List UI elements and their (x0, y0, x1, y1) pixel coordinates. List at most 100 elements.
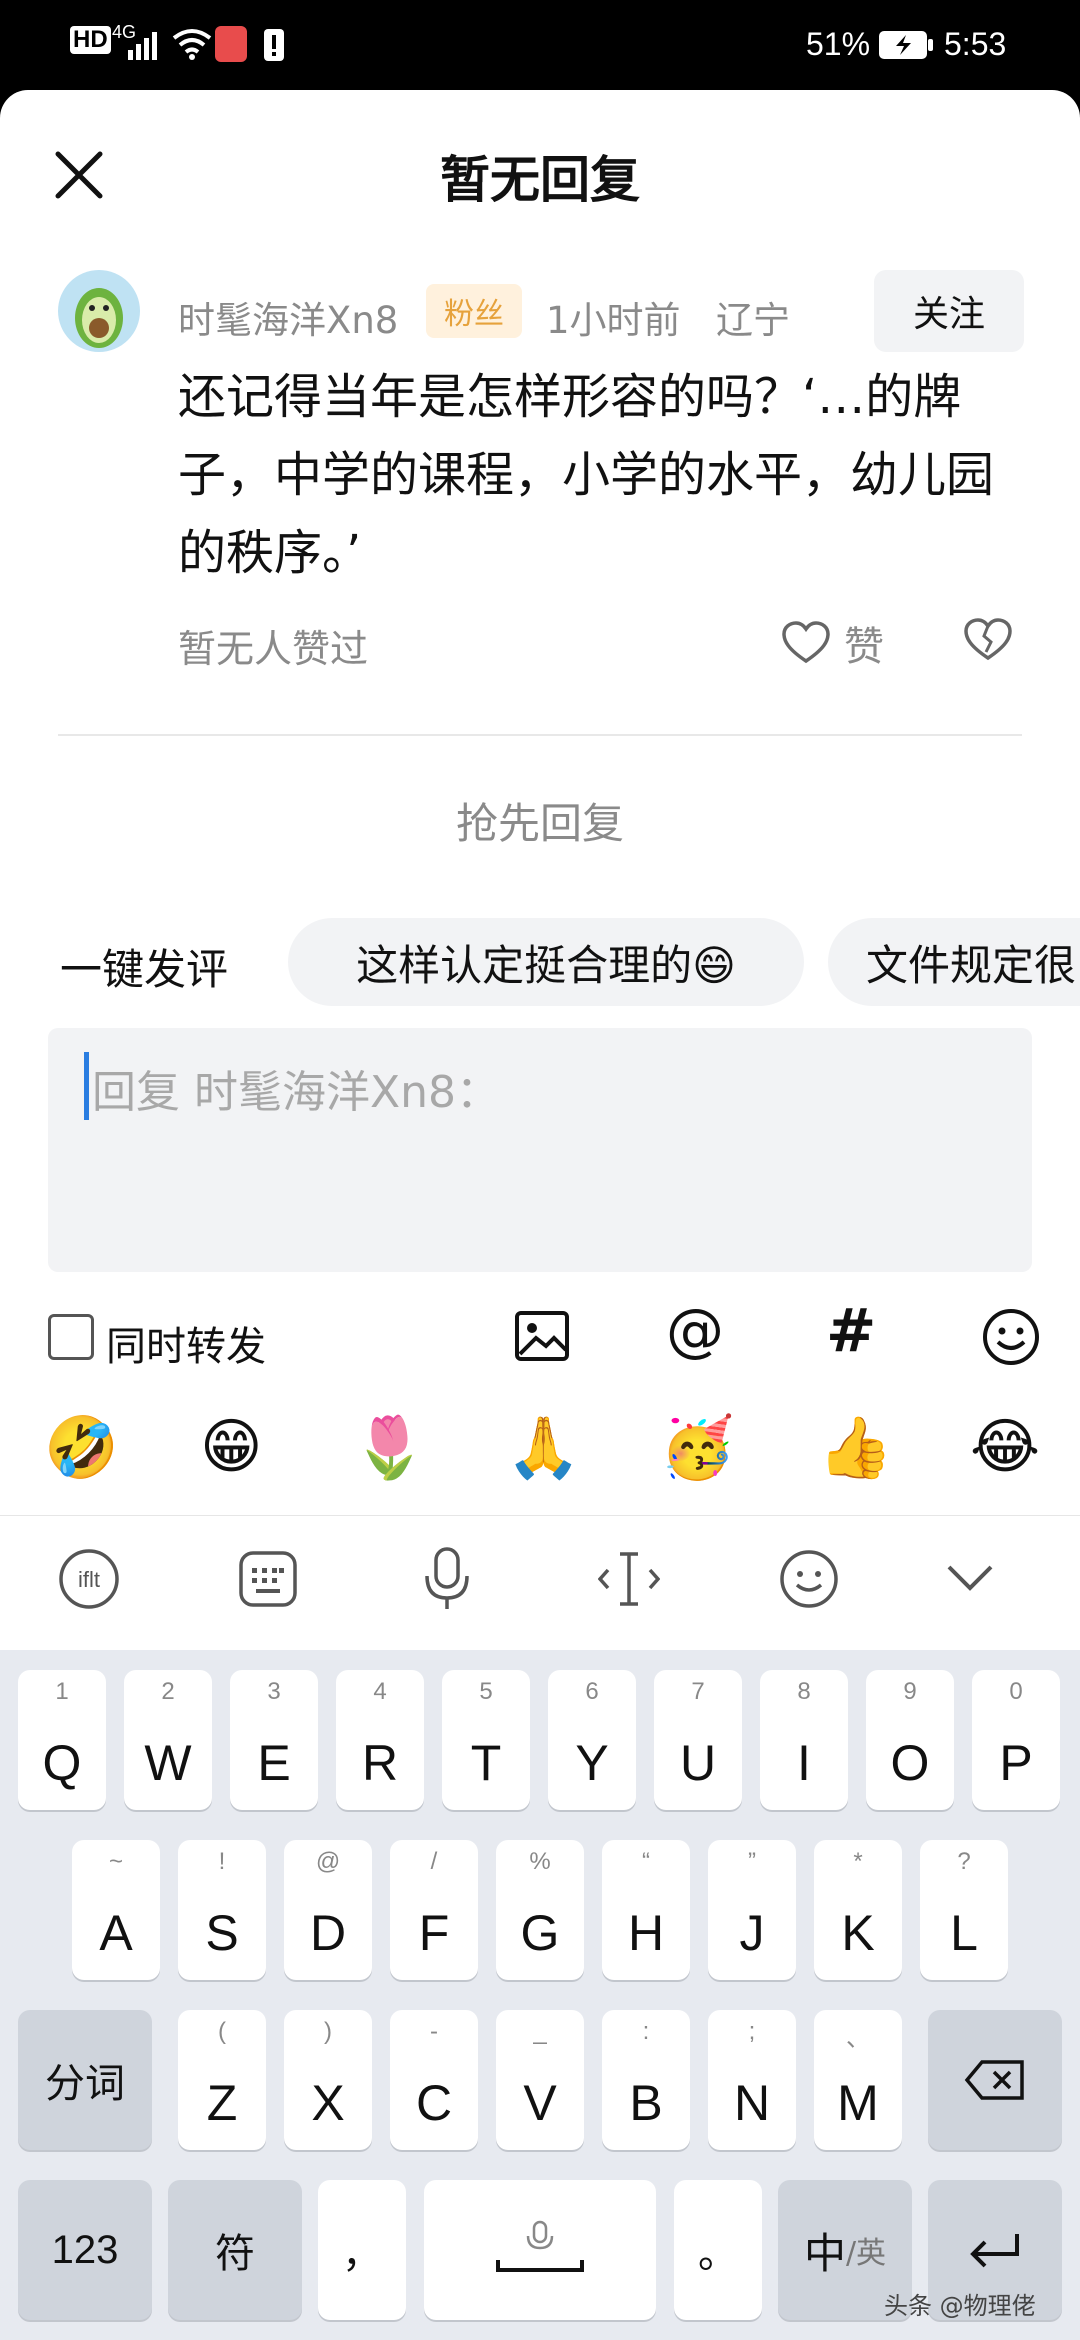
key-g[interactable]: % G (496, 1840, 584, 1980)
backspace-key[interactable] (928, 2010, 1062, 2150)
hide-keyboard-button[interactable] (946, 1562, 994, 1596)
app-notification-icon (215, 26, 247, 62)
ime-emoji-button[interactable] (778, 1548, 840, 1614)
comma-key[interactable]: ， (318, 2180, 406, 2320)
key-main: X (311, 2075, 345, 2131)
key-main: V (523, 2075, 557, 2131)
key-sub: / (430, 1848, 438, 1875)
backspace-icon (928, 2010, 1062, 2150)
key-main: E (257, 1735, 291, 1791)
quick-reply-chip[interactable]: 这样认定挺合理的😄 (288, 918, 804, 1006)
key-m[interactable]: 、 M (814, 2010, 902, 2150)
ime-logo-icon: iflt (59, 1549, 119, 1609)
key-l[interactable]: ? L (920, 1840, 1008, 1980)
key-k[interactable]: * K (814, 1840, 902, 1980)
emoji-item[interactable]: 🙏 (506, 1412, 581, 1483)
cursor-icon (597, 1552, 661, 1606)
battery-icon (878, 30, 934, 64)
key-z[interactable]: (Z (178, 2010, 266, 2150)
key-n[interactable]: ; N (708, 2010, 796, 2150)
dislike-button[interactable] (964, 618, 1012, 666)
period-key[interactable]: 。 (674, 2180, 762, 2320)
emoji-item[interactable]: 😂 (970, 1412, 1040, 1482)
key-main: Z (206, 2075, 238, 2131)
key-sub: 4 (373, 1678, 387, 1705)
key-d[interactable]: @ D (284, 1840, 372, 1980)
key-h[interactable]: “H (602, 1840, 690, 1980)
cursor-move-button[interactable] (597, 1550, 661, 1612)
reply-first-hint: 抢先回复 (455, 799, 624, 848)
key-s[interactable]: ! S (178, 1840, 266, 1980)
emoji-button[interactable] (982, 1308, 1040, 1370)
reply-input[interactable]: 回复 时髦海洋Xn8： (48, 1028, 1032, 1272)
sheet-title: 暂无回复 (440, 151, 640, 209)
avatar[interactable] (58, 270, 140, 352)
key-t[interactable]: 5T (442, 1670, 530, 1810)
comment-username[interactable]: 时髦海洋Xn8 (178, 290, 398, 344)
key-sub: 0 (1009, 1678, 1023, 1705)
key-w[interactable]: 2W (124, 1670, 212, 1810)
mention-button[interactable]: @ (666, 1296, 724, 1364)
numbers-key[interactable]: 123 (18, 2180, 152, 2320)
key-sub: ( (218, 2018, 226, 2045)
key-label: 分词 (45, 2061, 125, 2107)
space-key[interactable] (424, 2180, 656, 2320)
avocado-avatar-icon (75, 288, 123, 348)
ime-toolbar: iflt (0, 1515, 1080, 1650)
key-main: B (629, 2075, 663, 2131)
keyboard-icon (239, 1551, 297, 1607)
key-sub: * (853, 1848, 863, 1875)
key-y[interactable]: 6Y (548, 1670, 636, 1810)
emoji-item[interactable]: 🤣 (44, 1412, 119, 1483)
quick-reply-chip[interactable]: 文件规定很 (828, 918, 1080, 1006)
likes-text: 暂无人赞过 (178, 627, 369, 671)
key-i[interactable]: 8I (760, 1670, 848, 1810)
hashtag-button[interactable]: # (826, 1296, 876, 1366)
key-p[interactable]: 0P (972, 1670, 1060, 1810)
repost-label: 同时转发 (106, 1324, 266, 1370)
repost-checkbox[interactable] (48, 1314, 94, 1360)
key-sub: ! (218, 1848, 226, 1875)
key-sub: “ (642, 1848, 650, 1875)
key-a[interactable]: ~ A (72, 1840, 160, 1980)
key-main: F (418, 1905, 450, 1961)
image-icon (515, 1311, 569, 1361)
key-sub: 1 (55, 1678, 69, 1705)
reply-sheet: 暂无回复 时髦海洋Xn8 粉丝 1小时前 辽宁 关注 还记得当年是怎样形容的吗？… (0, 90, 1080, 1650)
key-o[interactable]: 9O (866, 1670, 954, 1810)
like-button[interactable]: 赞 (782, 614, 884, 672)
emoji-item[interactable]: 🌷 (352, 1412, 427, 1483)
reply-placeholder: 回复 时髦海洋Xn8： (92, 1067, 501, 1118)
key-e[interactable]: 3E (230, 1670, 318, 1810)
key-sub: 8 (797, 1678, 811, 1705)
battery-percent: 51% (806, 26, 871, 62)
keyboard: 1Q 2W 3E 4R 5T 6Y 7U 8I 9O 0P ~ A ! S @ D /… (0, 1650, 1080, 2340)
key-q[interactable]: 1Q (18, 1670, 106, 1810)
key-sub: ; (748, 2018, 756, 2045)
voice-input-button[interactable] (422, 1546, 472, 1616)
emoji-item[interactable]: 😁 (200, 1412, 263, 1482)
fenci-key[interactable]: 分词 (18, 2010, 152, 2150)
key-c[interactable]: -C (390, 2010, 478, 2150)
emoji-item[interactable]: 🥳 (660, 1412, 735, 1483)
key-r[interactable]: 4R (336, 1670, 424, 1810)
key-sub: % (529, 1848, 551, 1875)
key-b[interactable]: :B (602, 2010, 690, 2150)
key-sub: ? (957, 1848, 971, 1875)
key-main: A (99, 1905, 133, 1961)
key-sub: 6 (585, 1678, 599, 1705)
key-u[interactable]: 7U (654, 1670, 742, 1810)
keyboard-switch-button[interactable] (238, 1550, 298, 1612)
key-f[interactable]: / F (390, 1840, 478, 1980)
key-x[interactable]: ) X (284, 2010, 372, 2150)
key-main: M (837, 2075, 879, 2131)
key-v[interactable]: _ V (496, 2010, 584, 2150)
key-j[interactable]: ” J (708, 1840, 796, 1980)
emoji-item[interactable]: 👍 (818, 1412, 893, 1483)
language-main: 中 (803, 2228, 846, 2278)
symbols-key[interactable]: 符 (168, 2180, 302, 2320)
follow-button[interactable]: 关注 (874, 270, 1024, 352)
ime-logo-button[interactable]: iflt (58, 1548, 120, 1614)
image-button[interactable] (514, 1310, 570, 1366)
key-sub: ” (748, 1848, 756, 1875)
